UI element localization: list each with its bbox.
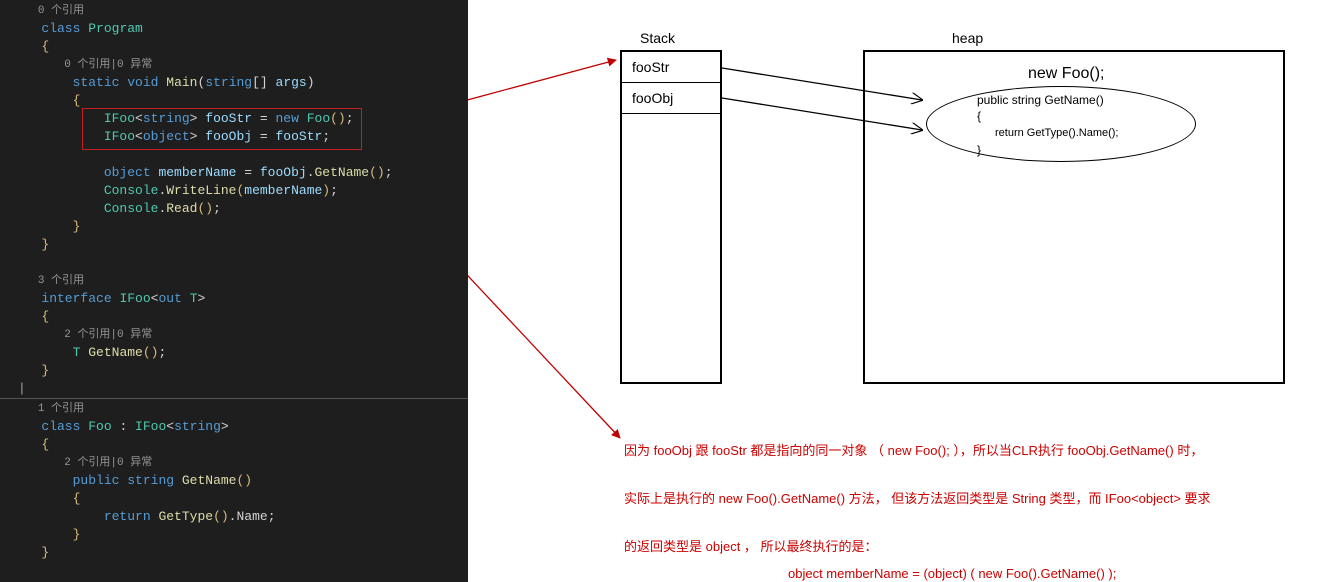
code-line: class Program bbox=[18, 20, 468, 38]
code-line: return GetType().Name; bbox=[18, 508, 468, 526]
explain-line: 的返回类型是 object ， 所以最终执行的是： bbox=[624, 536, 878, 555]
code-line: static void Main(string[] args) bbox=[18, 74, 468, 92]
method-line: public string GetName() bbox=[977, 93, 1104, 107]
codelens: 0 个引用|0 异常 bbox=[18, 56, 468, 74]
explain-line: 因为 fooObj 跟 fooStr 都是指向的同一对象 （ new Foo()… bbox=[624, 440, 1203, 459]
heap-label: heap bbox=[952, 30, 983, 46]
stack-cell-fooobj: fooObj bbox=[622, 83, 720, 114]
stack-label: Stack bbox=[640, 30, 675, 46]
code-line: } bbox=[18, 236, 468, 254]
codelens: 2 个引用|0 异常 bbox=[18, 454, 468, 472]
method-bubble: public string GetName() { return GetType… bbox=[926, 86, 1196, 162]
codelens: 0 个引用 bbox=[18, 2, 468, 20]
arrow-code-to-stack bbox=[468, 60, 616, 128]
code-panel: 0 个引用 class Program { 0 个引用|0 异常 static … bbox=[0, 0, 468, 582]
code-line: { bbox=[18, 308, 468, 326]
cursor-line: | bbox=[18, 380, 468, 398]
code-line: { bbox=[18, 490, 468, 508]
arrow-code-to-explain bbox=[468, 180, 620, 438]
method-line: return GetType().Name(); bbox=[995, 127, 1118, 139]
code-line: } bbox=[18, 526, 468, 544]
highlight-box bbox=[82, 108, 362, 150]
codelens: 1 个引用 bbox=[18, 400, 468, 418]
explain-line: 实际上是执行的 new Foo().GetName() 方法， 但该方法返回类型… bbox=[624, 488, 1211, 507]
code-line: T GetName(); bbox=[18, 344, 468, 362]
code-line: { bbox=[18, 436, 468, 454]
stack-box: fooStr fooObj bbox=[620, 50, 722, 384]
method-line: } bbox=[977, 143, 981, 157]
code-line: interface IFoo<out T> bbox=[18, 290, 468, 308]
diagram-panel: Stack heap fooStr fooObj new Foo(); publ… bbox=[468, 0, 1338, 582]
explain-line: object memberName = (object) ( new Foo()… bbox=[788, 566, 1116, 581]
code-line: Console.Read(); bbox=[18, 200, 468, 218]
code-line: { bbox=[18, 38, 468, 56]
stack-cell-foostr: fooStr bbox=[622, 52, 720, 83]
code-line: class Foo : IFoo<string> bbox=[18, 418, 468, 436]
codelens: 2 个引用|0 异常 bbox=[18, 326, 468, 344]
newfoo-label: new Foo(); bbox=[1028, 65, 1104, 83]
code-line: public string GetName() bbox=[18, 472, 468, 490]
code-line: } bbox=[18, 218, 468, 236]
code-line: } bbox=[18, 544, 468, 562]
codelens: 3 个引用 bbox=[18, 272, 468, 290]
code-line: } bbox=[18, 362, 468, 380]
code-line: object memberName = fooObj.GetName(); bbox=[18, 164, 468, 182]
method-line: { bbox=[977, 109, 981, 123]
code-line bbox=[18, 254, 468, 272]
code-line: Console.WriteLine(memberName); bbox=[18, 182, 468, 200]
